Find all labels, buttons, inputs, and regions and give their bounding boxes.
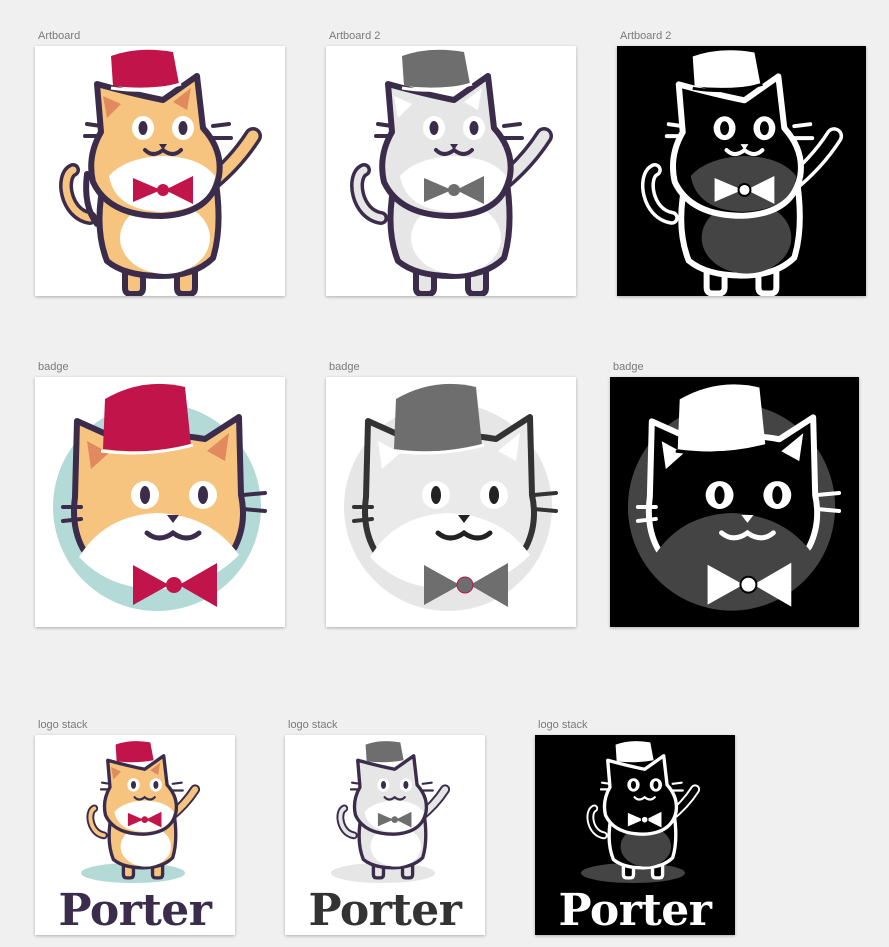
artboard-label[interactable]: logo stack <box>538 719 588 731</box>
porter-wordmark: Porter <box>58 885 212 935</box>
cat-badge-illustration <box>627 384 842 611</box>
artboard-label[interactable]: Artboard <box>38 30 80 42</box>
artboard-label[interactable]: Artboard 2 <box>620 30 671 42</box>
cat-badge-illustration <box>53 383 267 611</box>
porter-wordmark: Porter <box>558 885 712 935</box>
cat-waving-illustration <box>640 50 844 296</box>
artboard-logo-stack-color[interactable]: Porter <box>35 735 235 935</box>
cat-waving-illustration <box>350 49 553 296</box>
artboard-logo-stack-inverted[interactable]: Porter <box>535 735 735 935</box>
artboard-badge-grayscale[interactable] <box>326 377 576 627</box>
artboard-cat-inverted[interactable] <box>617 46 866 296</box>
artboard-label[interactable]: logo stack <box>288 719 338 731</box>
artboard-badge-inverted[interactable] <box>610 377 859 627</box>
porter-wordmark: Porter <box>308 885 462 935</box>
artboard-badge-color[interactable] <box>35 377 285 627</box>
artboard-label[interactable]: logo stack <box>38 719 88 731</box>
artboard-cat-color[interactable] <box>35 46 285 296</box>
cat-waving-illustration <box>59 49 262 296</box>
cat-badge-illustration <box>344 383 558 611</box>
artboard-label[interactable]: badge <box>329 361 360 373</box>
artboard-label[interactable]: Artboard 2 <box>329 30 380 42</box>
artboard-cat-grayscale[interactable] <box>326 46 576 296</box>
artboard-label[interactable]: badge <box>613 361 644 373</box>
artboard-logo-stack-grayscale[interactable]: Porter <box>285 735 485 935</box>
artboard-label[interactable]: badge <box>38 361 69 373</box>
